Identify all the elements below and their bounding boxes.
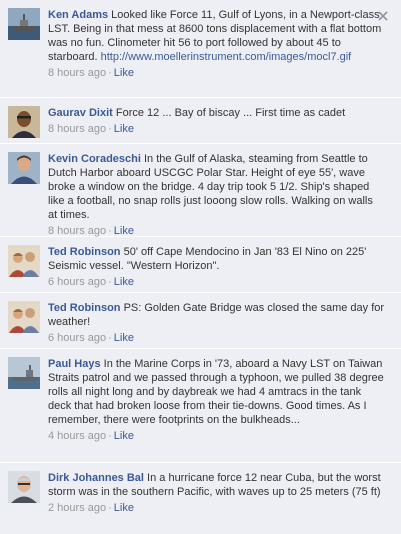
like-link[interactable]: Like [114,276,134,288]
ship-avatar-icon[interactable] [8,8,40,40]
person-avatar-icon[interactable] [8,471,40,503]
comment-item: Paul Hays In the Marine Corps in '73, ab… [0,349,401,463]
comment-timestamp[interactable]: 4 hours ago [48,430,106,442]
comment-item: Ted Robinson 50' off Cape Mendocino in J… [0,237,401,293]
comment-item: Kevin Coradeschi In the Gulf of Alaska, … [0,144,401,237]
like-link[interactable]: Like [114,332,134,344]
comment-body: Kevin Coradeschi In the Gulf of Alaska, … [48,152,385,238]
like-link[interactable]: Like [114,123,134,135]
couple-avatar-icon[interactable] [8,245,40,277]
comment-body: Ted Robinson 50' off Cape Mendocino in J… [48,245,385,289]
comment-timestamp[interactable]: 6 hours ago [48,332,106,344]
comment-meta: 2 hours ago · Like [48,502,134,514]
comment-item: Ted Robinson PS: Golden Gate Bridge was … [0,293,401,349]
comment-meta: 4 hours ago · Like [48,430,134,442]
comment-author[interactable]: Ken Adams [48,9,108,21]
person-avatar-icon[interactable] [8,152,40,184]
comment-meta: 8 hours ago · Like [48,67,134,79]
close-icon[interactable] [377,10,389,22]
comment-item: Ken Adams Looked like Force 11, Gulf of … [0,0,401,98]
comment-timestamp[interactable]: 2 hours ago [48,502,106,514]
like-link[interactable]: Like [114,67,134,79]
like-link[interactable]: Like [114,430,134,442]
like-link[interactable]: Like [114,502,134,514]
comment-item: Gaurav Dixit Force 12 ... Bay of biscay … [0,98,401,144]
comment-body: Paul Hays In the Marine Corps in '73, ab… [48,357,385,443]
comment-meta: 8 hours ago · Like [48,225,134,237]
comment-body: Gaurav Dixit Force 12 ... Bay of biscay … [48,106,385,136]
comment-author[interactable]: Dirk Johannes Bal [48,472,144,484]
comment-author[interactable]: Ted Robinson [48,302,121,314]
comment-author[interactable]: Ted Robinson [48,246,121,258]
comment-body: Ted Robinson PS: Golden Gate Bridge was … [48,301,385,345]
comment-meta: 6 hours ago · Like [48,332,134,344]
like-link[interactable]: Like [114,225,134,237]
comment-author[interactable]: Paul Hays [48,358,101,370]
comment-body: Dirk Johannes Bal In a hurricane force 1… [48,471,385,515]
comment-author[interactable]: Kevin Coradeschi [48,153,141,165]
comment-text: Force 12 ... Bay of biscay ... First tim… [115,107,346,119]
comment-timestamp[interactable]: 8 hours ago [48,67,106,79]
comment-meta: 8 hours ago · Like [48,123,134,135]
couple-avatar-icon[interactable] [8,301,40,333]
comment-feed: Ken Adams Looked like Force 11, Gulf of … [0,0,401,534]
comment-timestamp[interactable]: 6 hours ago [48,276,106,288]
comment-item: Dirk Johannes Bal In a hurricane force 1… [0,463,401,534]
person-avatar-icon[interactable] [8,106,40,138]
comment-body: Ken Adams Looked like Force 11, Gulf of … [48,8,385,80]
comment-author[interactable]: Gaurav Dixit [48,107,113,119]
ship-avatar-icon[interactable] [8,357,40,389]
comment-link[interactable]: http://www.moellerinstrument.com/images/… [101,51,352,63]
comment-meta: 6 hours ago · Like [48,276,134,288]
comment-timestamp[interactable]: 8 hours ago [48,225,106,237]
comment-timestamp[interactable]: 8 hours ago [48,123,106,135]
